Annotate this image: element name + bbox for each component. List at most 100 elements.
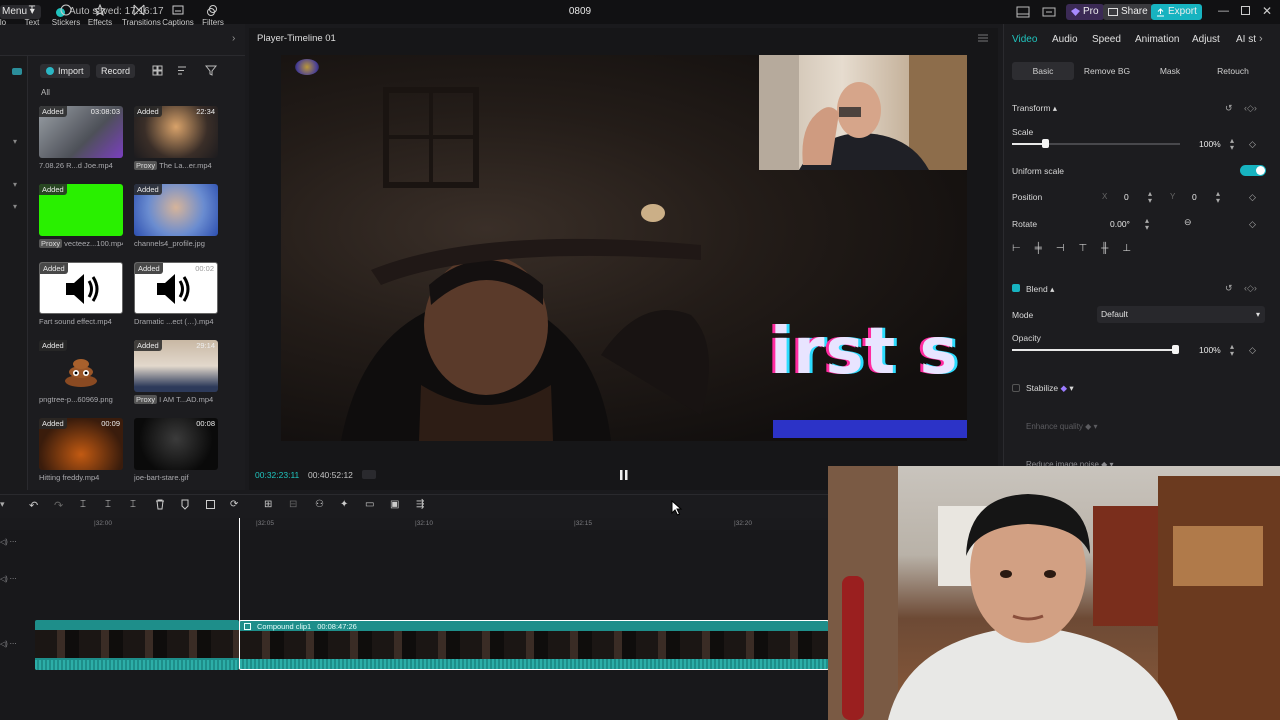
minimize-icon[interactable]: — [1218,5,1229,17]
track-header[interactable]: ◁) ⋯ [0,538,34,554]
media-item[interactable]: Added 03:08:03 7.08.26 R...d Joe.mp4 [39,106,123,170]
image-icon[interactable]: ▣ [390,499,404,513]
filter-all[interactable]: All [41,88,50,97]
scale-slider-handle[interactable] [1042,139,1049,148]
keyframe-icon[interactable]: ◇ [1249,192,1256,203]
reset-icon[interactable]: ↺ [1225,283,1233,294]
track-header[interactable]: ◁) ⋯ [0,575,34,591]
more-icon[interactable]: ⋯ [10,641,17,648]
tool-captions[interactable]: Captions [161,4,195,27]
position-y-value[interactable]: 0 [1192,192,1197,202]
transform-header[interactable]: Transform ▴ [1012,103,1057,114]
sidebar-item-active[interactable] [12,68,22,75]
rotate-value[interactable]: 0.00° [1110,219,1130,229]
stepper-icon[interactable]: ▴ ▾ [1145,217,1149,232]
stabilize-checkbox[interactable] [1012,384,1020,392]
keyframe-icon[interactable]: ◇ [1249,219,1256,230]
chevron-down-icon[interactable]: ▾ [13,137,17,146]
media-item[interactable]: Added 29:14 Proxy I AM T...AD.mp4 [134,340,218,404]
delete-icon[interactable] [155,499,169,513]
media-item[interactable]: Added Proxy vecteez...100.mp4 [39,184,123,248]
speaker-icon[interactable]: ◁) [0,576,8,583]
mirror-icon[interactable]: ⚇ [315,499,329,513]
speaker-icon[interactable]: ◁) [0,641,8,648]
media-item[interactable]: Added 00:02 Dramatic ...ect (…).mp4 [134,262,218,326]
chevron-down-icon[interactable]: ▾ [0,499,5,510]
chevron-right-icon[interactable]: › [1259,33,1263,45]
subtab-remove-bg[interactable]: Remove BG [1078,62,1136,80]
stepper-icon[interactable]: ▴ ▾ [1230,137,1234,152]
split-right-icon[interactable]: ⌶ [130,499,144,513]
tool-effects[interactable]: Effects [83,4,117,27]
more-icon[interactable]: ⋯ [10,576,17,583]
speaker-icon[interactable]: ◁) [0,539,8,546]
align-bottom-icon[interactable]: ⊥ [1122,243,1131,254]
video-clip[interactable] [35,620,239,670]
undo-icon[interactable]: ↶ [29,499,43,513]
crop-icon[interactable] [205,499,219,513]
stepper-icon[interactable]: ▴ ▾ [1148,190,1152,205]
import-button[interactable]: Import [40,64,90,78]
subtab-retouch[interactable]: Retouch [1206,62,1260,80]
align-top-icon[interactable]: ⊤ [1079,243,1088,254]
rotate-dial-icon[interactable]: ⊖ [1184,217,1192,228]
align-left-icon[interactable]: ⊢ [1012,243,1021,254]
tab-ai-style[interactable]: AI st [1236,34,1256,45]
blend-mode-select[interactable]: Default ▾ [1097,306,1265,323]
freeze-icon[interactable]: ⊞ [264,499,278,513]
media-item[interactable]: Added 22:34 Proxy The La...er.mp4 [134,106,218,170]
split-left-icon[interactable]: ⌶ [105,499,119,513]
project-name[interactable]: 0809 [560,5,600,19]
chevron-down-icon[interactable]: ▾ [13,180,17,189]
scale-value[interactable]: 100% [1199,139,1221,149]
tab-speed[interactable]: Speed [1092,34,1121,45]
stepper-icon[interactable]: ▴ ▾ [1230,343,1234,358]
shortcuts-icon[interactable] [1042,6,1056,18]
enhance-quality-label[interactable]: Enhance quality ◆ ▾ [1026,422,1098,431]
audio-split-icon[interactable]: ⇶ [416,499,430,513]
align-middle-icon[interactable]: ╫ [1101,243,1108,254]
opacity-value[interactable]: 100% [1199,345,1221,355]
timeline-ruler[interactable] [0,518,828,530]
timecode-mode-button[interactable] [362,470,376,479]
split-icon[interactable]: ⌶ [80,499,94,513]
maximize-icon[interactable] [1241,6,1250,15]
more-icon[interactable]: ⋯ [10,539,17,546]
align-center-icon[interactable]: ╪ [1035,243,1042,254]
track-header[interactable]: ◁) ⋯ [0,640,34,656]
media-item[interactable]: 00:08 joe-bart-stare.gif [134,418,218,482]
player-menu-icon[interactable] [978,34,988,42]
filter-icon[interactable] [205,65,221,76]
export-button[interactable]: Export [1151,4,1202,20]
close-icon[interactable]: ✕ [1262,4,1272,18]
scale-slider[interactable] [1012,139,1180,148]
compound-clip[interactable]: Compound clip1 00:08:47:26 [239,620,829,670]
opacity-slider-handle[interactable] [1172,345,1179,354]
pro-button[interactable]: Pro [1066,4,1104,20]
tab-audio[interactable]: Audio [1052,34,1078,45]
sort-icon[interactable] [177,65,191,76]
playhead[interactable] [239,518,240,668]
grid-view-icon[interactable] [152,65,163,76]
reverse-icon[interactable]: ⊟ [289,499,303,513]
keyframe-icon[interactable]: ◇ [1249,139,1256,150]
tool-transitions[interactable]: Transitions [122,4,161,27]
blend-header[interactable]: Blend ▴ [1026,284,1054,295]
subtab-mask[interactable]: Mask [1146,62,1194,80]
subtab-basic[interactable]: Basic [1012,62,1074,80]
blend-checkbox[interactable] [1012,284,1020,292]
media-item[interactable]: Added 00:09 Hitting freddy.mp4 [39,418,123,482]
tab-adjust[interactable]: Adjust [1192,34,1220,45]
tool-text[interactable]: T Text [15,4,49,27]
stabilize-header[interactable]: Stabilize ◆ ▾ [1026,383,1074,394]
subtitle-icon[interactable]: ▭ [365,499,379,513]
layout-icon[interactable] [1016,6,1030,18]
speed-icon[interactable]: ⟳ [230,499,244,513]
chevron-down-icon[interactable]: ▾ [13,202,17,211]
record-button[interactable]: Record [96,64,136,78]
redo-icon[interactable]: ↷ [54,499,68,513]
tab-animation[interactable]: Animation [1135,34,1179,45]
uniform-scale-toggle[interactable] [1240,165,1266,176]
align-right-icon[interactable]: ⊣ [1056,243,1065,254]
marker-icon[interactable] [180,499,194,513]
